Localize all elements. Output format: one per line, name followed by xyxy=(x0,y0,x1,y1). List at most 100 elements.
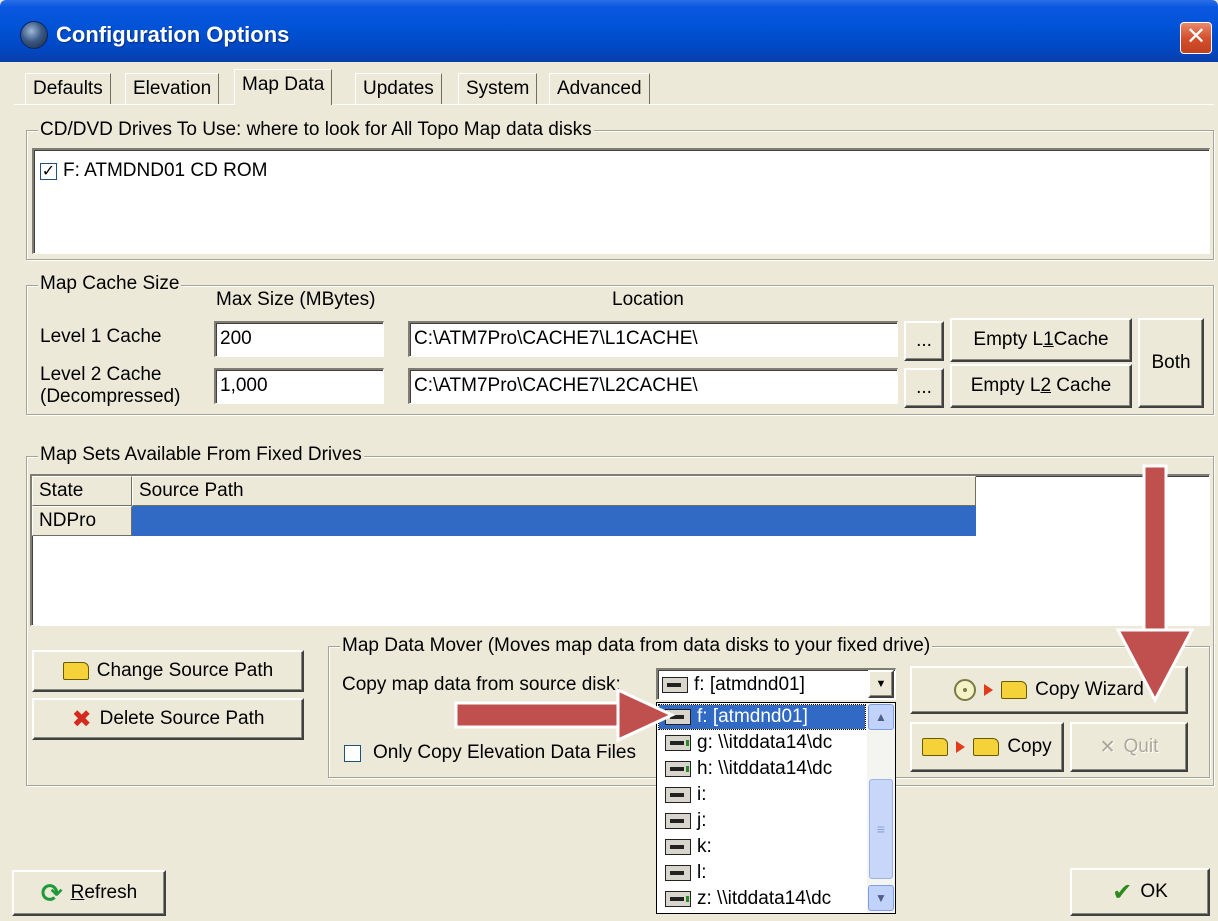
checkmark-icon: ✔ xyxy=(1112,878,1133,906)
change-source-label: Change Source Path xyxy=(96,660,274,681)
tab-label: Elevation xyxy=(133,78,212,99)
quit-button[interactable]: ✕ Quit xyxy=(1070,722,1188,772)
dropdown-item-label: z: \\itddata14\dc xyxy=(697,888,832,909)
tab-label: Map Data xyxy=(242,74,325,95)
tab-panel-border xyxy=(14,104,1214,105)
level1-location-input[interactable]: C:\ATM7Pro\CACHE7\L1CACHE\ xyxy=(408,321,898,357)
dropdown-item[interactable]: l: xyxy=(659,861,865,885)
dropdown-item-label: l: xyxy=(697,862,707,883)
empty-l1-cache-button[interactable]: Empty L1Cache xyxy=(950,318,1132,362)
quit-x-icon: ✕ xyxy=(1099,736,1116,758)
only-elevation-checkbox[interactable] xyxy=(344,744,361,762)
map-sets-group-title: Map Sets Available From Fixed Drives xyxy=(38,444,364,466)
drive-icon xyxy=(665,813,691,829)
level2-browse-button[interactable]: ... xyxy=(904,368,944,408)
column-header-source-path[interactable]: Source Path xyxy=(132,476,976,506)
dropdown-item-label: g: \\itddata14\dc xyxy=(697,732,833,753)
ok-button[interactable]: ✔ OK xyxy=(1070,868,1210,916)
both-label: Both xyxy=(1151,352,1191,373)
tab-map-data[interactable]: Map Data xyxy=(234,69,333,105)
change-source-path-button[interactable]: Change Source Path xyxy=(32,650,304,692)
app-globe-icon xyxy=(20,21,48,49)
level2-cache-label: Level 2 Cache (Decompressed) xyxy=(40,364,180,408)
delete-source-path-button[interactable]: ✖ Delete Source Path xyxy=(32,698,304,740)
dropdown-item[interactable]: z: \\itddata14\dc xyxy=(659,887,865,911)
empty-both-button[interactable]: Both xyxy=(1138,318,1204,408)
source-disk-dropdown-list[interactable]: f: [atmdnd01] g: \\itddata14\dc h: \\itdda… xyxy=(656,702,896,914)
quit-label: Quit xyxy=(1123,736,1159,757)
dropdown-scrollbar[interactable]: ▲ ≡ ▼ xyxy=(867,703,895,913)
network-drive-icon xyxy=(665,891,691,907)
map-sets-table[interactable]: State Source Path NDPro xyxy=(30,474,1210,626)
dropdown-item-label: h: \\itddata14\dc xyxy=(697,758,833,779)
chevron-up-icon: ▲ xyxy=(875,710,887,724)
dropdown-item-label: i: xyxy=(697,784,707,805)
level2-label-line2: (Decompressed) xyxy=(40,386,181,407)
drive-icon xyxy=(665,839,691,855)
level2-location-input[interactable]: C:\ATM7Pro\CACHE7\L2CACHE\ xyxy=(408,368,898,404)
copy-button[interactable]: Copy xyxy=(910,722,1064,772)
tab-elevation[interactable]: Elevation xyxy=(125,73,220,104)
target-folder-icon xyxy=(973,738,1000,756)
level1-size-input[interactable]: 200 xyxy=(214,321,384,357)
cd-drives-group-title: CD/DVD Drives To Use: where to look for … xyxy=(38,119,594,141)
chevron-down-icon: ▼ xyxy=(875,891,887,905)
level2-size-input[interactable]: 1,000 xyxy=(214,368,384,404)
source-disk-dropdown-button[interactable]: ▼ xyxy=(868,670,894,698)
check-icon: ✓ xyxy=(41,162,56,180)
dropdown-item[interactable]: k: xyxy=(659,835,865,859)
browse-label: ... xyxy=(916,330,932,351)
empty-l2-label: Empty L2 Cache xyxy=(970,375,1112,396)
dropdown-item[interactable]: i: xyxy=(659,783,865,807)
source-disk-select[interactable]: f: [atmdnd01] xyxy=(656,668,896,700)
ok-label: OK xyxy=(1140,881,1168,902)
dropdown-item[interactable]: j: xyxy=(659,809,865,833)
tab-label: Updates xyxy=(363,78,434,99)
dropdown-item[interactable]: f: [atmdnd01] xyxy=(658,704,866,730)
cd-disc-icon xyxy=(954,679,977,701)
drive-icon xyxy=(665,709,691,725)
cd-drive-label: F: ATMDND01 CD ROM xyxy=(63,160,268,181)
tab-updates[interactable]: Updates xyxy=(355,73,442,104)
dropdown-item-label: k: xyxy=(697,836,712,857)
cd-drive-checkbox[interactable]: ✓ xyxy=(40,162,57,180)
tab-system[interactable]: System xyxy=(458,73,538,104)
source-folder-icon xyxy=(922,738,949,756)
scroll-up-button[interactable]: ▲ xyxy=(868,704,894,730)
map-data-mover-group-title: Map Data Mover (Moves map data from data… xyxy=(340,635,933,657)
tab-label: System xyxy=(466,78,530,99)
cd-drives-list[interactable]: ✓ F: ATMDND01 CD ROM xyxy=(32,148,1210,254)
copy-wizard-label: Copy Wizard xyxy=(1035,679,1144,700)
row-state-cell[interactable]: NDPro xyxy=(32,506,132,536)
close-icon: ✕ xyxy=(1185,23,1207,50)
cd-drive-item[interactable]: ✓ F: ATMDND01 CD ROM xyxy=(40,160,267,182)
tab-defaults[interactable]: Defaults xyxy=(25,73,111,104)
row-source-path-cell[interactable] xyxy=(132,506,976,536)
network-drive-icon xyxy=(665,735,691,751)
level1-browse-button[interactable]: ... xyxy=(904,321,944,361)
dropdown-item[interactable]: g: \\itddata14\dc xyxy=(659,731,865,755)
copy-wizard-button[interactable]: Copy Wizard xyxy=(910,666,1188,714)
level2-label-line1: Level 2 Cache xyxy=(40,364,162,385)
drive-icon xyxy=(665,865,691,881)
network-drive-icon xyxy=(665,761,691,777)
empty-l2-cache-button[interactable]: Empty L2 Cache xyxy=(950,364,1132,408)
only-elevation-option[interactable]: Only Copy Elevation Data Files xyxy=(344,742,636,764)
max-size-column-header: Max Size (MBytes) xyxy=(216,289,376,310)
arrow-right-icon xyxy=(984,684,994,696)
only-elevation-label: Only Copy Elevation Data Files xyxy=(373,742,636,763)
column-header-state[interactable]: State xyxy=(32,476,132,506)
scroll-thumb[interactable]: ≡ xyxy=(869,779,893,879)
copy-label: Copy xyxy=(1007,736,1052,757)
close-button[interactable]: ✕ xyxy=(1180,22,1212,54)
delete-source-label: Delete Source Path xyxy=(99,708,265,729)
drive-icon xyxy=(665,787,691,803)
scroll-down-button[interactable]: ▼ xyxy=(868,885,894,911)
dropdown-item[interactable]: h: \\itddata14\dc xyxy=(659,757,865,781)
cd-drive-icon xyxy=(662,676,688,693)
tab-label: Defaults xyxy=(33,78,103,99)
tab-advanced[interactable]: Advanced xyxy=(549,73,650,104)
open-folder-icon xyxy=(62,662,89,680)
refresh-button[interactable]: ⟳ Refresh xyxy=(12,870,166,916)
map-cache-group-title: Map Cache Size xyxy=(38,273,182,295)
